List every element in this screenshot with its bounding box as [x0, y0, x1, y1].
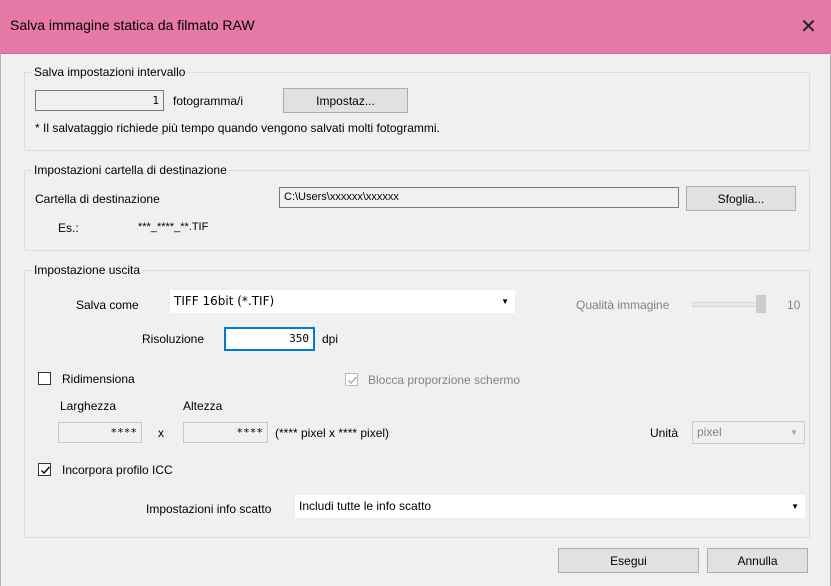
quality-slider-track [692, 302, 764, 307]
resolution-unit: dpi [322, 332, 339, 346]
width-input[interactable]: **** [58, 422, 142, 443]
width-label: Larghezza [60, 399, 117, 413]
close-button[interactable]: ✕ [786, 0, 831, 53]
chevron-down-icon: ▼ [501, 297, 509, 306]
lock-ratio-label: Blocca proporzione schermo [368, 373, 521, 387]
window-border-left [0, 53, 1, 586]
example-label: Es.: [58, 221, 79, 235]
checkmark-icon [348, 376, 358, 385]
chevron-down-icon: ▼ [790, 428, 798, 437]
height-input[interactable]: **** [183, 422, 268, 443]
save-as-label: Salva come [76, 298, 139, 312]
icc-checkbox[interactable] [38, 463, 51, 476]
unit-label: Unità [650, 426, 679, 440]
destination-folder-field[interactable]: C:\Users\xxxxxx\xxxxxx [279, 187, 679, 208]
resize-checkbox[interactable] [38, 372, 51, 385]
pixel-size-info: (**** pixel x **** pixel) [275, 426, 390, 440]
resolution-input[interactable]: 350 [224, 327, 315, 351]
destination-folder-label: Cartella di destinazione [35, 192, 160, 206]
quality-label: Qualità immagine [576, 298, 670, 312]
output-group-title: Impostazione uscita [32, 263, 143, 277]
destination-group-title: Impostazioni cartella di destinazione [32, 163, 229, 177]
unit-value: pixel [697, 425, 722, 439]
close-icon: ✕ [800, 16, 817, 38]
times-sign: x [158, 426, 164, 440]
shot-info-label: Impostazioni info scatto [146, 502, 272, 516]
cancel-button[interactable]: Annulla [707, 548, 808, 573]
execute-button[interactable]: Esegui [558, 548, 699, 573]
frames-input[interactable]: 1 [35, 90, 164, 111]
frames-unit-label: fotogramma/i [173, 94, 244, 108]
chevron-down-icon: ▼ [791, 502, 799, 511]
height-label: Altezza [183, 399, 223, 413]
shot-info-dropdown[interactable]: Includi tutte le info scatto ▼ [295, 495, 805, 518]
resolution-label: Risoluzione [142, 332, 205, 346]
interval-group: Salva impostazioni intervallo [24, 65, 810, 151]
shot-info-value: Includi tutte le info scatto [299, 499, 432, 513]
browse-button[interactable]: Sfoglia... [686, 186, 796, 211]
checkmark-icon [41, 466, 51, 475]
quality-slider-thumb [756, 295, 766, 313]
interval-group-title: Salva impostazioni intervallo [32, 65, 188, 79]
resize-label: Ridimensiona [62, 372, 135, 386]
example-filename: ***_****_**.TIF [138, 221, 209, 233]
save-as-dropdown[interactable]: TIFF 16bit (*.TIF) ▼ [170, 290, 515, 313]
lock-ratio-checkbox[interactable] [345, 373, 358, 386]
interval-settings-button[interactable]: Impostaz... [283, 88, 408, 113]
save-as-value: TIFF 16bit (*.TIF) [174, 294, 275, 308]
title-bar: Salva immagine statica da filmato RAW ✕ [0, 0, 831, 54]
interval-note: * Il salvataggio richiede più tempo quan… [35, 121, 440, 135]
window-title: Salva immagine statica da filmato RAW [10, 17, 255, 33]
unit-dropdown[interactable]: pixel ▼ [692, 421, 805, 444]
icc-label: Incorpora profilo ICC [62, 463, 173, 477]
quality-value: 10 [787, 298, 801, 312]
